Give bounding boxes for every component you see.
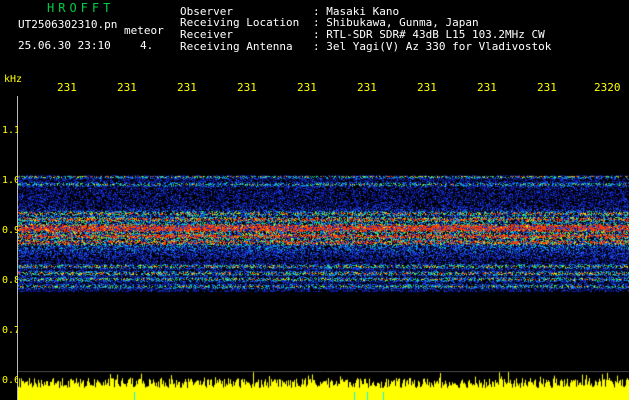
location-label: Receiving Location bbox=[180, 16, 300, 29]
event-tag: meteor bbox=[124, 24, 164, 37]
receiver-label: Receiver bbox=[180, 28, 233, 41]
time-tick-9: 231 bbox=[537, 81, 557, 94]
location-value: : Shibukawa, Gunma, Japan bbox=[313, 16, 479, 29]
time-tick-1: 231 bbox=[57, 81, 77, 94]
receiver-value: : RTL-SDR SDR# 43dB L15 103.2MHz CW bbox=[313, 28, 545, 41]
event-count: 4. bbox=[140, 39, 154, 52]
time-tick-4: 231 bbox=[237, 81, 257, 94]
signal-level-waveform bbox=[18, 371, 629, 400]
time-tick-7: 231 bbox=[417, 81, 437, 94]
time-tick-8: 231 bbox=[477, 81, 497, 94]
spectrogram bbox=[18, 96, 629, 375]
app-logo: HROFFT bbox=[47, 1, 115, 15]
file-name: UT2506302310.pn bbox=[18, 18, 118, 31]
antenna-value: : 3el Yagi(V) Az 330 for Vladivostok bbox=[313, 40, 552, 53]
time-tick-2: 231 bbox=[117, 81, 137, 94]
time-tick-6: 231 bbox=[357, 81, 377, 94]
time-tick-10: 2320 bbox=[594, 81, 621, 94]
time-tick-5: 231 bbox=[297, 81, 317, 94]
time-tick-3: 231 bbox=[177, 81, 197, 94]
observation-datetime: 25.06.30 23:10 bbox=[18, 39, 111, 52]
antenna-label: Receiving Antenna bbox=[180, 40, 293, 53]
frequency-unit-label: kHz bbox=[4, 74, 23, 85]
